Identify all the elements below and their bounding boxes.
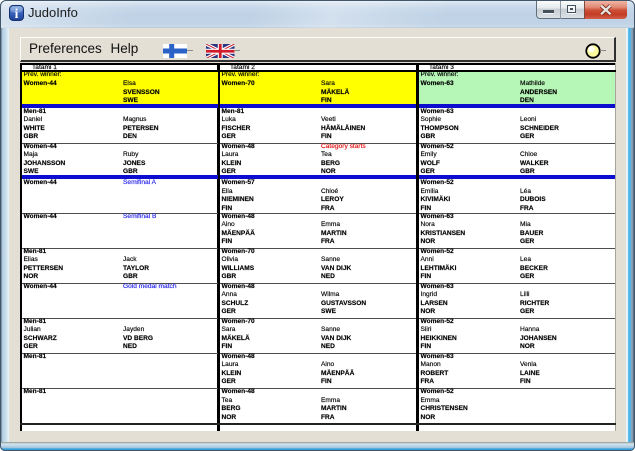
svg-text:i: i <box>15 6 19 21</box>
